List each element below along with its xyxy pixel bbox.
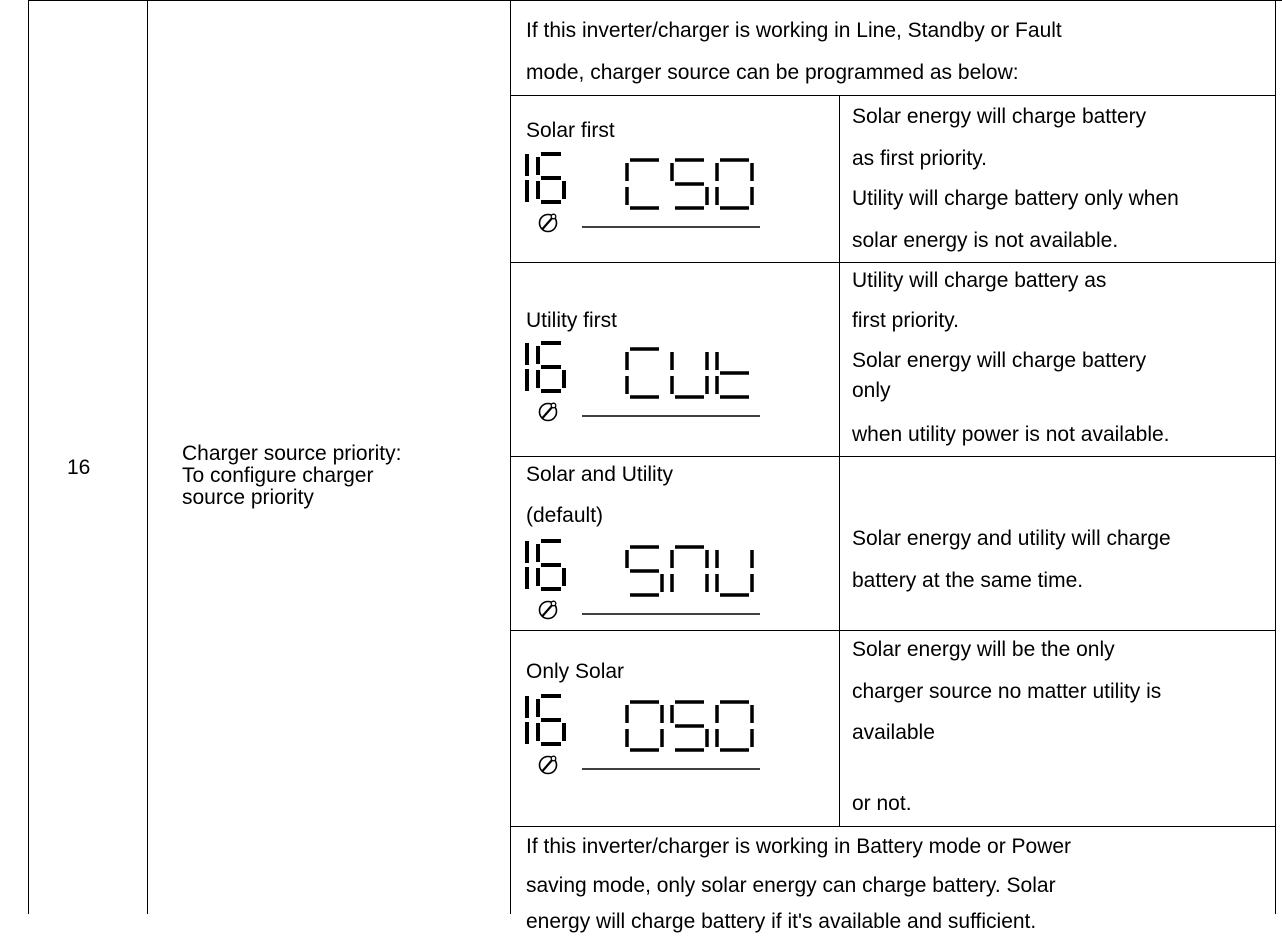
wrench-icon [538,600,558,620]
option-label: Only Solar [526,660,625,683]
intro-line: mode, charger source can be programmed a… [526,61,1019,84]
table-border-top [28,0,1282,1]
option-description-line: Solar energy will be the only [852,638,1115,661]
col-divider-inner [839,95,840,826]
option-description-line: solar energy is not available. [852,229,1119,252]
row-divider-2 [510,456,1276,457]
setting-description: Charger source priority: To configure ch… [182,443,401,509]
outro-line: saving mode, only solar energy can charg… [526,874,1056,897]
option-label: Utility first [526,309,617,332]
row-divider-3 [510,630,1276,631]
lcd-code-digit [670,700,709,752]
option-description-line: Solar energy will charge battery [852,349,1147,372]
setting-description-line: Charger source priority: [182,442,402,465]
option-description-line: Solar energy will charge battery [852,105,1147,128]
setting-description-line: To configure charger [182,464,374,487]
wrench-icon [538,755,558,775]
option-description-line: charger source no matter utility is [852,680,1162,703]
option-description-line: as first priority. [852,147,987,170]
col-divider-1 [147,0,148,914]
option-description-line: when utility power is not available. [852,423,1170,446]
option-description-line: Utility will charge battery only when [852,187,1179,210]
row-divider-intro [510,95,1276,96]
option-label: Solar and Utility [526,463,674,486]
option-label: (default) [526,504,604,527]
lcd-display [524,694,774,776]
option-description-line: first priority. [852,309,959,332]
option-description-line: Utility will charge battery as [852,269,1107,292]
col-divider-2 [510,0,511,914]
option-description-line: only [852,379,891,402]
lcd-code-digit [715,550,754,597]
option-description-line: or not. [852,792,912,815]
lcd-code-digit [670,352,709,399]
lcd-number-digit [536,152,566,204]
lcd-code-digit [715,158,754,210]
lcd-code-digit [715,352,749,399]
setting-number: 16 [67,456,91,479]
lcd-number-digit [536,341,566,393]
row-divider-outro [510,826,1276,827]
lcd-code-digit [715,700,754,752]
option-label: Solar first [526,119,615,142]
table-border-right [1275,0,1276,914]
lcd-code-digit [625,158,659,210]
wrench-icon [538,402,558,422]
lcd-code-digit [625,545,664,597]
row-divider-1 [510,262,1276,263]
lcd-number-digit [536,694,566,746]
lcd-display [524,341,774,423]
lcd-display [524,539,774,621]
lcd-display [524,152,774,234]
lcd-number-digit [536,539,566,591]
option-description-line: available [852,721,935,744]
intro-line: If this inverter/charger is working in L… [526,19,1062,42]
setting-description-line: source priority [182,486,314,509]
lcd-code-digit [625,700,664,752]
table-border-left [28,0,29,914]
lcd-code-digit [670,158,709,210]
option-description-line: Solar energy and utility will charge [852,527,1171,550]
lcd-code-digit [670,545,709,592]
outro-line: If this inverter/charger is working in B… [526,835,1072,858]
lcd-code-digit [625,347,659,399]
option-description-line: battery at the same time. [852,569,1084,592]
outro-line: energy will charge battery if it's avail… [526,910,1037,933]
wrench-icon [538,213,558,233]
